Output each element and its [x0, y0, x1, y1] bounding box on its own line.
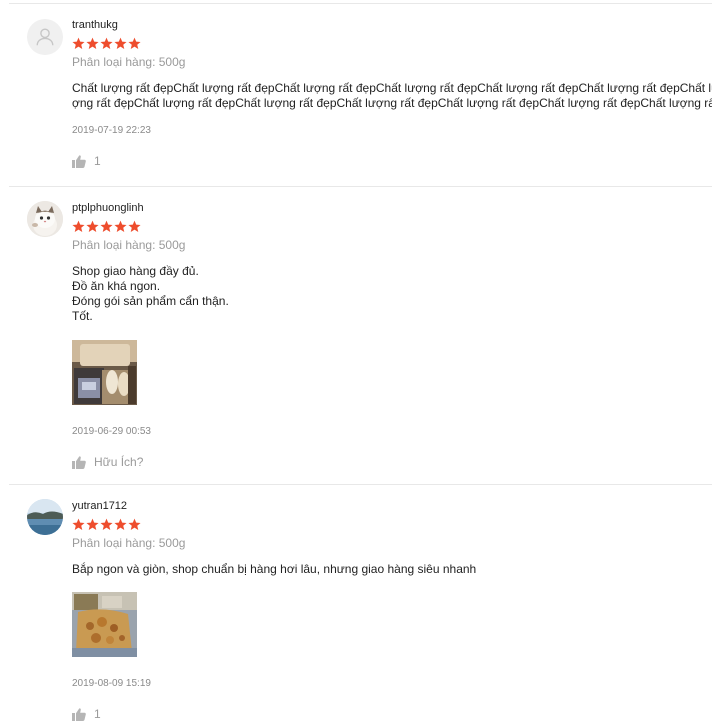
- star-icon: [128, 220, 141, 232]
- like-button[interactable]: 1: [72, 707, 712, 721]
- review-photo[interactable]: [72, 340, 137, 405]
- review-item: tranthukg Phân loại hàng: 500g Chất lượn…: [9, 0, 712, 186]
- helpful-button[interactable]: Hữu Ích?: [72, 455, 712, 469]
- rating-stars: [72, 220, 712, 234]
- review-username[interactable]: yutran1712: [72, 499, 712, 513]
- star-icon: [100, 220, 113, 232]
- product-variation: Phân loại hàng: 500g: [72, 238, 186, 252]
- review-username[interactable]: ptplphuonglinh: [72, 201, 712, 215]
- star-icon: [86, 518, 99, 530]
- star-icon: [128, 37, 141, 49]
- review-timestamp: 2019-08-09 15:19: [72, 678, 151, 689]
- rating-stars: [72, 518, 712, 532]
- star-icon: [114, 37, 127, 49]
- star-icon: [100, 37, 113, 49]
- star-icon: [86, 220, 99, 232]
- landscape-avatar: [27, 499, 63, 535]
- review-item: yutran1712 Phân loại hàng: 500g Bắp ngon…: [9, 485, 712, 721]
- star-icon: [100, 518, 113, 530]
- user-avatar[interactable]: [27, 499, 63, 535]
- star-icon: [72, 220, 85, 232]
- product-variation: Phân loại hàng: 500g: [72, 55, 186, 69]
- star-icon: [114, 220, 127, 232]
- thumbs-up-icon: [72, 707, 86, 721]
- default-user-icon: [36, 28, 54, 46]
- review-username[interactable]: tranthukg: [72, 18, 712, 32]
- review-timestamp: 2019-07-19 22:23: [72, 125, 151, 136]
- thumbs-up-icon: [72, 455, 86, 469]
- helpful-label: Hữu Ích?: [94, 455, 144, 469]
- review-comment: Shop giao hàng đầy đủ. Đồ ăn khá ngon. Đ…: [72, 264, 229, 323]
- star-icon: [128, 518, 141, 530]
- review-photo[interactable]: [72, 592, 137, 657]
- cat-avatar: [27, 201, 63, 237]
- star-icon: [72, 37, 85, 49]
- user-avatar[interactable]: [27, 201, 63, 237]
- like-count: 1: [94, 154, 101, 168]
- star-icon: [114, 518, 127, 530]
- star-icon: [86, 37, 99, 49]
- user-avatar[interactable]: [27, 19, 63, 55]
- review-comment: Chất lượng rất đẹpChất lượng rất đẹpChất…: [72, 81, 712, 110]
- rating-stars: [72, 37, 712, 51]
- star-icon: [72, 518, 85, 530]
- like-count: 1: [94, 707, 101, 721]
- review-timestamp: 2019-06-29 00:53: [72, 426, 151, 437]
- review-comment: Bắp ngon và giòn, shop chuẩn bị hàng hơi…: [72, 562, 477, 576]
- review-item: ptplphuonglinh Phân loại hàng: 500g Shop…: [9, 187, 712, 483]
- thumbs-up-icon: [72, 154, 86, 168]
- like-button[interactable]: 1: [72, 154, 712, 168]
- popcorn-bag-photo: [72, 592, 137, 657]
- product-variation: Phân loại hàng: 500g: [72, 536, 186, 550]
- snack-package-photo: [72, 340, 137, 405]
